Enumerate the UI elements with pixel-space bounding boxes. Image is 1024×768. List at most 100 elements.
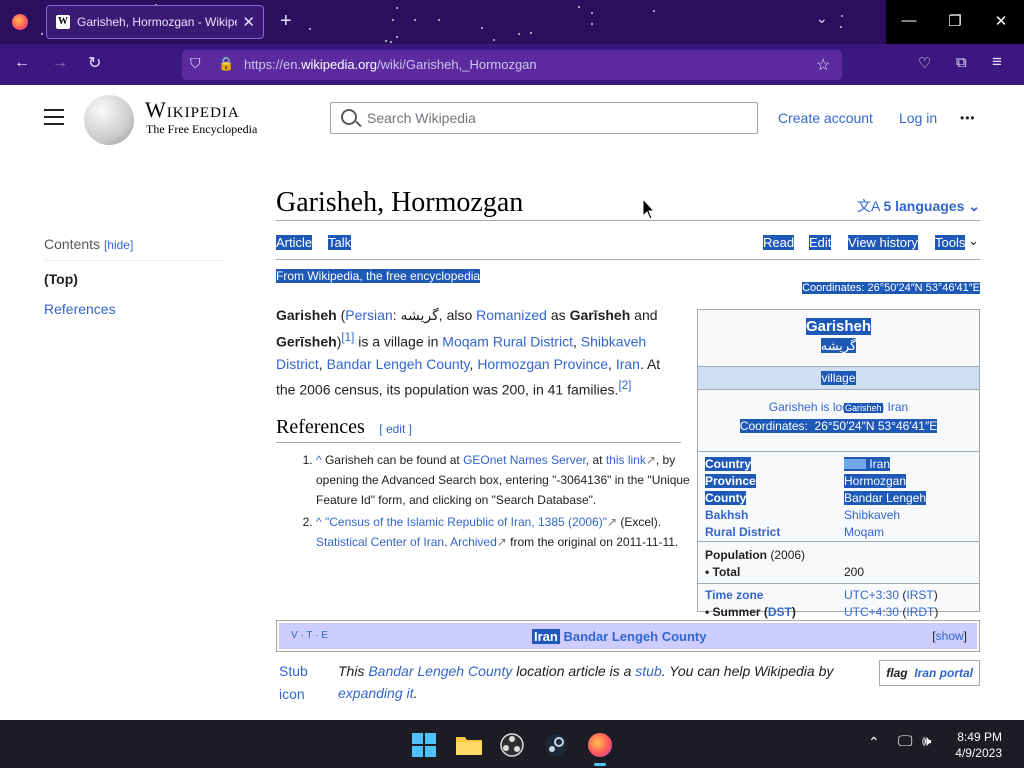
show-hidden-icons-icon[interactable]: ⌃ [868,734,880,751]
steam-icon[interactable] [544,733,568,757]
archived-link[interactable]: Archived [450,535,497,549]
main-menu-icon[interactable] [44,109,64,130]
geonet-link[interactable]: GEOnet Names Server [463,453,586,467]
menu-icon[interactable]: ≡ [992,52,1002,72]
more-options-icon[interactable]: ••• [960,111,976,125]
navbox-show-toggle[interactable]: [show] [932,629,967,643]
minimize-icon[interactable]: — [886,12,932,29]
wikipedia-globe-logo[interactable] [84,95,134,145]
list-item: ^ "Census of the Islamic Republic of Ira… [316,512,702,552]
iran-link[interactable]: Iran [616,356,640,372]
wiki-header: Wikipedia The Free Encyclopedia Search W… [0,85,1024,155]
references-heading: References [ edit ] [276,416,681,443]
network-icon[interactable]: 🖵 [898,733,912,750]
navbox: V · T · E Iran Bandar Lengeh County [sho… [276,620,980,652]
toc-hide-link[interactable]: [hide] [104,238,133,252]
page-tabs: Article Talk Read Edit View history Tool… [276,220,980,260]
toc-title: Contents [44,236,101,252]
back-icon[interactable]: ← [14,54,30,72]
obs-icon[interactable] [500,733,524,757]
languages-button[interactable]: 文A 5 languages ⌄ [857,196,980,216]
create-account-link[interactable]: Create account [778,110,873,126]
statistical-center-link[interactable]: Statistical Center of Iran [316,535,444,549]
tab-article[interactable]: Article [276,235,313,250]
page-title: Garisheh, Hormozgan [276,187,524,218]
external-link-icon: ↗ [645,453,656,467]
url-bar[interactable]: ⛉ 🔒 https://en.wikipedia.org/wiki/Garish… [182,50,842,80]
moqam-link[interactable]: Moqam Rural District [442,333,573,349]
window-controls: — ❐ ✕ [886,0,1024,44]
vte-links[interactable]: V · T · E [291,630,328,641]
tab-bar: W Garisheh, Hormozgan - Wikipedia ✕ + ⌄ … [0,0,1024,44]
lead-paragraph: Garisheh (Persian: گریشه, also Romanized… [276,307,661,398]
ref-1-link[interactable]: [1] [341,331,354,344]
location-map-link[interactable]: Garisheh is located in Iran [769,400,908,414]
log-in-link[interactable]: Log in [899,110,937,126]
tab-title: Garisheh, Hormozgan - Wikipedia [77,15,237,29]
ref-2-link[interactable]: [2] [618,379,631,392]
infobox-title: Garisheh گریشه [698,310,979,367]
from-wikipedia-note: From Wikipedia, the free encyclopedia [276,269,481,283]
clock[interactable]: 8:49 PM 4/9/2023 [955,729,1002,761]
infobox-coordinates[interactable]: Coordinates: 26°50′24″N 53°46′41″E [739,419,938,433]
pocket-icon[interactable]: ♡ [918,54,931,72]
close-tab-icon[interactable]: ✕ [242,13,255,31]
infobox: Garisheh گریشه village Garisheh is locat… [697,309,980,619]
edit-section-link[interactable]: [ edit ] [379,422,412,436]
browser-tab[interactable]: W Garisheh, Hormozgan - Wikipedia ✕ [46,5,264,39]
coordinates-top[interactable]: Coordinates: 26°50′24″N 53°46′41″E [802,282,980,294]
list-item: ^ Garisheh can be found at GEOnet Names … [316,450,702,510]
nav-toolbar: ← → ↻ ⛉ 🔒 https://en.wikipedia.org/wiki/… [0,44,1024,85]
table-row: Bakhsh Shibkaveh [705,508,901,522]
navbox-title[interactable]: Iran Bandar Lengeh County [532,629,706,644]
toc-item-references[interactable]: References [44,301,224,317]
infobox-population: Population (2006) • Total 200 [698,542,979,584]
romanized-link[interactable]: Romanized [476,307,547,323]
census-link[interactable]: "Census of the Islamic Republic of Iran,… [325,515,607,529]
backlink-caret[interactable]: ^ [316,515,322,529]
wikipedia-favicon-icon: W [56,15,70,29]
maximize-icon[interactable]: ❐ [932,12,978,30]
lock-icon[interactable]: 🔒 [218,56,234,72]
toc-item-top[interactable]: (Top) [44,271,224,287]
map-pin-label: Garisheh [844,403,883,413]
mouse-cursor-icon [642,198,656,220]
windows-start-icon[interactable] [412,733,436,757]
table-of-contents: Contents [hide] (Top) References [44,236,224,317]
table-row: Country Iran [705,457,891,471]
search-input[interactable]: Search Wikipedia [330,102,758,134]
infobox-admin-rows: Country Iran Province Hormozgan County Ban… [698,452,979,542]
search-icon [341,109,357,125]
wikipedia-tagline: The Free Encyclopedia [146,122,258,136]
translate-icon: 文A [856,198,884,214]
new-tab-icon[interactable]: + [280,10,292,33]
search-placeholder: Search Wikipedia [367,110,476,126]
tab-edit[interactable]: Edit [809,235,832,250]
this-link[interactable]: this link [606,453,646,467]
wikipedia-wordmark[interactable]: Wikipedia [145,97,240,123]
tab-tools[interactable]: Tools [935,235,966,250]
list-tabs-icon[interactable]: ⌄ [816,10,828,27]
iran-portal-link[interactable]: flag Iran portal [879,660,980,686]
bandar-lengeh-link[interactable]: Bandar Lengeh County [327,356,470,372]
file-explorer-icon[interactable] [456,733,482,757]
tab-view-history[interactable]: View history [848,235,918,250]
persian-link[interactable]: Persian [345,307,392,323]
hormozgan-link[interactable]: Hormozgan Province [477,356,608,372]
volume-icon[interactable]: 🕪 [922,733,931,750]
url-text: https://en.wikipedia.org/wiki/Garisheh,_… [244,57,537,72]
reload-icon[interactable]: ↻ [88,53,101,73]
extensions-icon[interactable]: ⧉ [956,54,967,71]
firefox-icon[interactable] [588,733,612,766]
bookmark-star-icon[interactable]: ☆ [816,55,830,75]
forward-icon[interactable]: → [52,54,68,72]
browser-chrome: W Garisheh, Hormozgan - Wikipedia ✕ + ⌄ … [0,0,1024,85]
tab-read[interactable]: Read [763,235,795,250]
tab-talk[interactable]: Talk [328,235,352,250]
table-row: County Bandar Lengeh [705,491,927,505]
firefox-icon[interactable] [12,14,28,30]
external-link-icon: ↗ [606,515,618,529]
shield-icon[interactable]: ⛉ [190,55,201,72]
stub-icon[interactable]: Stub icon [279,660,319,706]
close-window-icon[interactable]: ✕ [978,12,1024,30]
